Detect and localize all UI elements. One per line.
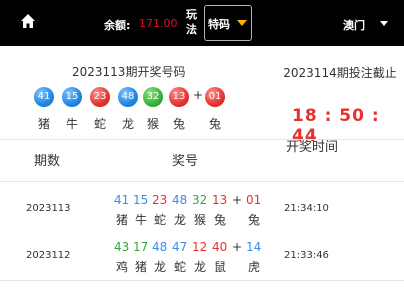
row-zodiac: 蛇 [173, 260, 186, 274]
row-draw-time: 21:33:46 [284, 250, 329, 261]
row-number: 48 [152, 240, 168, 254]
plus-sign: + [232, 240, 243, 254]
row-zodiac: 猪 [134, 260, 147, 274]
bet-type-value: 特码 [208, 18, 230, 31]
divider [0, 280, 404, 281]
divider [0, 139, 404, 140]
zodiac-label: 牛 [65, 117, 78, 131]
play-label: 玩法 [186, 8, 197, 36]
lottery-ball: 32 [143, 87, 163, 107]
row-draw-time: 21:34:10 [284, 203, 329, 214]
zodiac-label: 龙 [121, 117, 134, 131]
row-zodiac: 猪 [115, 213, 128, 227]
row-number: 13 [212, 193, 228, 207]
row-number: 43 [114, 240, 130, 254]
row-number: 15 [133, 193, 149, 207]
top-bar: 余额: 171.00 玩法 特码 澳门 [0, 0, 404, 46]
header-issue: 期数 [34, 154, 61, 169]
zodiac-label: 兔 [172, 117, 185, 131]
header-draw-time: 开奖时间 [285, 140, 338, 155]
zodiac-label: 兔 [208, 117, 221, 131]
row-number: 47 [172, 240, 188, 254]
region-select[interactable]: 澳门 [343, 17, 365, 33]
row-number: 32 [192, 193, 208, 207]
row-number: 17 [133, 240, 149, 254]
row-zodiac: 龙 [153, 260, 166, 274]
row-number: 23 [152, 193, 168, 207]
bet-type-select[interactable]: 特码 [204, 5, 252, 41]
zodiac-label: 猴 [146, 117, 159, 131]
row-zodiac: 鸡 [115, 260, 128, 274]
row-zodiac: 猴 [193, 213, 206, 227]
zodiac-label: 猪 [37, 117, 50, 131]
row-special-number: 01 [246, 193, 262, 207]
lottery-ball: 13 [169, 87, 189, 107]
row-issue: 2023112 [26, 250, 71, 261]
row-special-zodiac: 兔 [247, 213, 260, 227]
lottery-ball: 23 [90, 87, 110, 107]
row-number: 48 [172, 193, 188, 207]
plus-sign: + [193, 88, 204, 102]
row-number: 41 [114, 193, 130, 207]
balance-value: 171.00 [139, 17, 178, 30]
row-special-number: 14 [246, 240, 262, 254]
row-zodiac: 兔 [213, 213, 226, 227]
lottery-ball: 15 [62, 87, 82, 107]
next-draw-title: 2023114期投注截止 [283, 66, 397, 80]
row-number: 40 [212, 240, 228, 254]
header-numbers: 奖号 [172, 154, 199, 169]
row-number: 12 [192, 240, 208, 254]
lottery-ball: 41 [34, 87, 54, 107]
home-icon[interactable] [20, 13, 36, 29]
plus-sign: + [232, 193, 243, 207]
row-zodiac: 蛇 [153, 213, 166, 227]
zodiac-label: 蛇 [93, 117, 106, 131]
lottery-ball: 48 [118, 87, 138, 107]
row-issue: 2023113 [26, 203, 71, 214]
row-zodiac: 龙 [193, 260, 206, 274]
row-zodiac: 鼠 [213, 260, 226, 274]
special-ball: 01 [205, 87, 225, 107]
chevron-down-icon [237, 20, 247, 26]
current-draw-title: 2023113期开奖号码 [72, 65, 186, 79]
row-zodiac: 龙 [173, 213, 186, 227]
row-zodiac: 牛 [134, 213, 147, 227]
balance-label: 余额: [104, 19, 131, 32]
region-chevron-down-icon[interactable] [380, 21, 388, 26]
divider [0, 181, 404, 182]
row-special-zodiac: 虎 [247, 260, 260, 274]
